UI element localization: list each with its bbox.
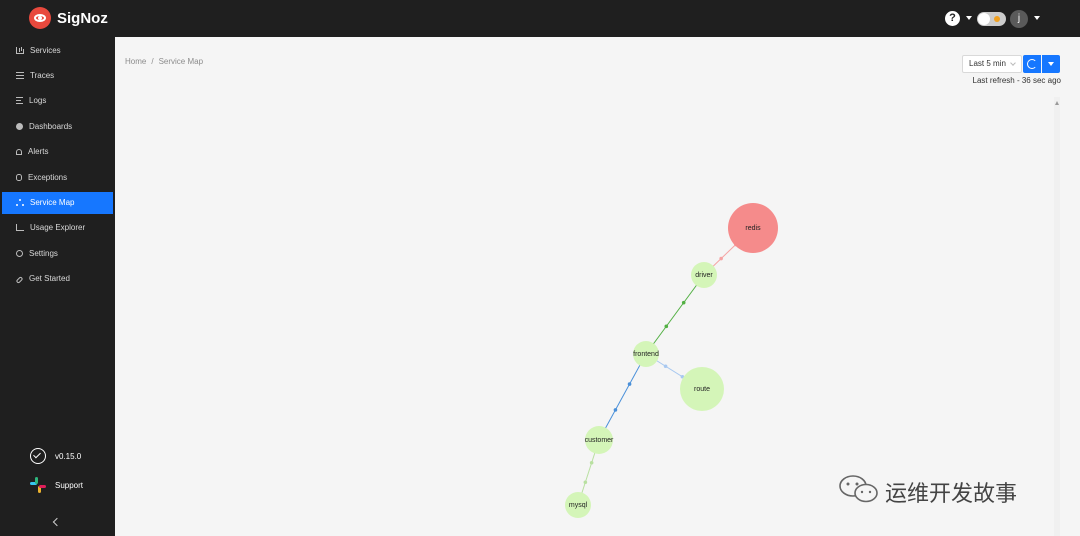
sidebar-item-settings[interactable]: Settings — [2, 243, 113, 265]
sun-icon — [994, 16, 1000, 22]
alert-icon — [16, 149, 22, 155]
deployment-unit-icon — [16, 199, 24, 206]
sidebar-item-label: Services — [30, 46, 61, 55]
service-node-label: customer — [585, 437, 614, 444]
collapse-sidebar-icon[interactable] — [52, 517, 62, 527]
sidebar-item-label: Logs — [29, 96, 47, 105]
service-node-mysql[interactable]: mysql — [565, 492, 591, 518]
sidebar-item-label: Usage Explorer — [30, 223, 86, 232]
line-chart-icon — [16, 224, 24, 231]
service-node-label: redis — [745, 225, 761, 232]
brand-name[interactable]: SigNoz — [57, 10, 108, 27]
sidebar-item-services[interactable]: Services — [2, 40, 113, 62]
edge-particle — [583, 480, 588, 485]
sidebar-item-get-started[interactable]: Get Started — [2, 268, 113, 290]
watermark-text: 运维开发故事 — [885, 482, 1018, 507]
api-icon — [15, 276, 24, 284]
sidebar-item-usage-explorer[interactable]: Usage Explorer — [2, 217, 113, 239]
align-left-icon — [16, 97, 23, 104]
dashboard-icon — [16, 123, 23, 130]
sidebar-item-label: Settings — [29, 249, 58, 258]
service-node-label: driver — [695, 272, 713, 279]
user-avatar[interactable]: j — [1010, 10, 1028, 28]
sidebar-item-label: Service Map — [30, 198, 75, 207]
menu-icon — [16, 72, 24, 79]
wechat-icon — [839, 475, 878, 503]
check-circle-icon — [30, 448, 46, 464]
bar-chart-icon — [16, 47, 24, 54]
bug-icon — [16, 174, 22, 181]
service-node-frontend[interactable]: frontend — [633, 341, 659, 367]
edge-particle — [719, 256, 723, 261]
service-node-label: mysql — [569, 502, 588, 509]
sidebar: Services Traces Logs Dashboards Alerts E… — [0, 37, 115, 536]
edge-particle — [589, 460, 594, 465]
signoz-logo-icon[interactable] — [29, 7, 51, 29]
user-dropdown-caret-icon[interactable] — [1034, 16, 1040, 20]
sidebar-item-dashboards[interactable]: Dashboards — [2, 116, 113, 138]
sidebar-item-label: Dashboards — [29, 122, 73, 131]
edge-particle — [664, 324, 669, 329]
support-label: Support — [55, 481, 84, 490]
service-edge-frontend-customer[interactable] — [598, 353, 647, 441]
sidebar-item-service-map[interactable]: Service Map — [2, 192, 113, 214]
sidebar-item-traces[interactable]: Traces — [2, 65, 113, 87]
service-edge-frontend-driver[interactable] — [645, 274, 705, 355]
sidebar-item-logs[interactable]: Logs — [2, 90, 113, 112]
service-node-redis[interactable]: redis — [728, 203, 778, 253]
setting-icon — [16, 250, 23, 257]
theme-toggle[interactable] — [977, 12, 1006, 26]
service-node-driver[interactable]: driver — [691, 262, 717, 288]
vertical-scrollbar[interactable] — [1054, 97, 1060, 536]
edge-particle — [663, 364, 668, 369]
slack-icon — [30, 477, 46, 493]
service-node-customer[interactable]: customer — [585, 426, 614, 454]
edge-particle — [627, 382, 632, 386]
top-header: SigNoz ? j — [0, 0, 1080, 37]
service-node-route[interactable]: route — [680, 367, 724, 411]
sidebar-item-exceptions[interactable]: Exceptions — [2, 167, 113, 189]
help-dropdown-caret-icon[interactable] — [966, 16, 972, 20]
version-label: v0.15.0 — [55, 452, 82, 461]
main-content: Home / Service Map Last 5 min Last refresh… — [115, 37, 1080, 536]
edge-particle — [613, 408, 618, 412]
service-map-graph[interactable]: redis driver frontend route customer mysql — [115, 37, 1080, 536]
edge-particle — [681, 300, 686, 305]
sidebar-item-label: Traces — [30, 71, 55, 80]
help-icon[interactable]: ? — [945, 11, 960, 26]
sidebar-item-label: Alerts — [28, 147, 49, 156]
sidebar-item-label: Exceptions — [28, 173, 68, 182]
scroll-up-icon[interactable] — [1055, 101, 1059, 105]
service-node-label: frontend — [633, 351, 659, 358]
sidebar-item-label: Get Started — [29, 274, 70, 283]
service-node-label: route — [694, 386, 710, 393]
sidebar-item-alerts[interactable]: Alerts — [2, 141, 113, 163]
